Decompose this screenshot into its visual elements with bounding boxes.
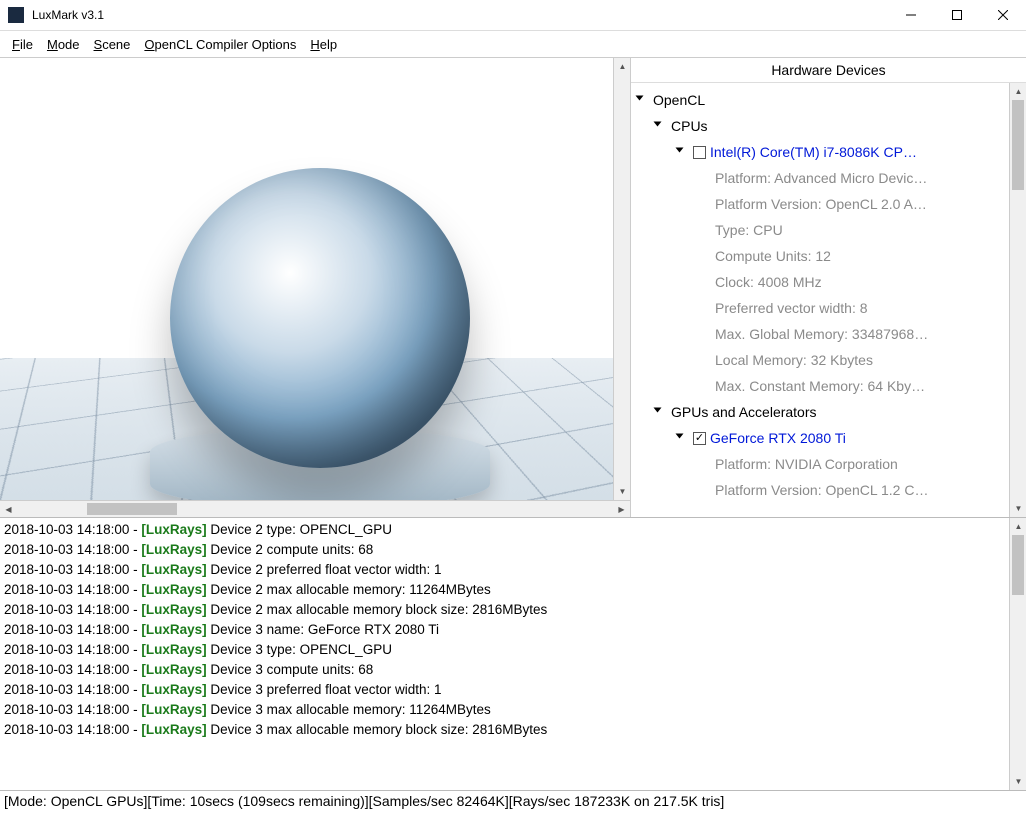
device-detail: Local Memory: 32 Kbytes	[637, 347, 1009, 373]
tree-cpu-device[interactable]: Intel(R) Core(TM) i7-8086K CP…	[637, 139, 1009, 165]
log-line: 2018-10-03 14:18:00 - [LuxRays] Device 2…	[4, 600, 1005, 620]
device-detail: Platform: Advanced Micro Devic…	[637, 165, 1009, 191]
scroll-up-arrow[interactable]: ▲	[1010, 518, 1026, 535]
menu-scene[interactable]: Scene	[88, 35, 137, 54]
window-title: LuxMark v3.1	[32, 8, 888, 22]
device-detail: Platform Version: OpenCL 1.2 C…	[637, 477, 1009, 503]
log-body[interactable]: 2018-10-03 14:18:00 - [LuxRays] Device 2…	[0, 518, 1009, 790]
close-button[interactable]	[980, 0, 1026, 30]
tree-opencl[interactable]: OpenCL	[637, 87, 1009, 113]
menu-opencl[interactable]: OpenCL Compiler Options	[138, 35, 302, 54]
cpu-device-name[interactable]: Intel(R) Core(TM) i7-8086K CP…	[710, 139, 917, 165]
device-detail: Clock: 4008 MHz	[637, 269, 1009, 295]
log-scrollbar[interactable]: ▲ ▼	[1009, 518, 1026, 790]
device-detail: Type: CPU	[637, 217, 1009, 243]
menubar: File Mode Scene OpenCL Compiler Options …	[0, 31, 1026, 57]
log-scroll-thumb[interactable]	[1012, 535, 1024, 595]
chevron-down-icon[interactable]	[655, 406, 667, 418]
device-detail: Platform Version: OpenCL 2.0 A…	[637, 191, 1009, 217]
hardware-scrollbar[interactable]: ▲ ▼	[1009, 83, 1026, 517]
render-viewport[interactable]	[0, 58, 613, 500]
log-line: 2018-10-03 14:18:00 - [LuxRays] Device 3…	[4, 700, 1005, 720]
menu-mode[interactable]: Mode	[41, 35, 86, 54]
scroll-down-arrow[interactable]: ▼	[1010, 500, 1026, 517]
device-detail: Max. Global Memory: 33487968…	[637, 321, 1009, 347]
log-line: 2018-10-03 14:18:00 - [LuxRays] Device 3…	[4, 720, 1005, 740]
gpu-device-name[interactable]: GeForce RTX 2080 Ti	[710, 425, 846, 451]
render-pane: ▲ ▼ ◀ ▶	[0, 58, 631, 517]
log-line: 2018-10-03 14:18:00 - [LuxRays] Device 2…	[4, 520, 1005, 540]
cpu-checkbox[interactable]	[693, 146, 706, 159]
titlebar: LuxMark v3.1	[0, 0, 1026, 31]
main-split: ▲ ▼ ◀ ▶ Hardware Devices OpenCL CPUs Int…	[0, 57, 1026, 517]
tree-cpus[interactable]: CPUs	[637, 113, 1009, 139]
log-line: 2018-10-03 14:18:00 - [LuxRays] Device 3…	[4, 620, 1005, 640]
h-scroll-thumb[interactable]	[87, 503, 177, 515]
chevron-down-icon[interactable]	[655, 120, 667, 132]
window-controls	[888, 0, 1026, 30]
device-detail: Platform: NVIDIA Corporation	[637, 451, 1009, 477]
device-detail: Max. Constant Memory: 64 Kby…	[637, 373, 1009, 399]
log-line: 2018-10-03 14:18:00 - [LuxRays] Device 3…	[4, 660, 1005, 680]
menu-help[interactable]: Help	[304, 35, 343, 54]
minimize-button[interactable]	[888, 0, 934, 30]
render-vertical-scrollbar[interactable]: ▲ ▼	[613, 58, 630, 500]
log-line: 2018-10-03 14:18:00 - [LuxRays] Device 3…	[4, 640, 1005, 660]
chevron-down-icon[interactable]	[637, 94, 649, 106]
scroll-right-arrow[interactable]: ▶	[613, 501, 630, 518]
log-line: 2018-10-03 14:18:00 - [LuxRays] Device 3…	[4, 680, 1005, 700]
scroll-left-arrow[interactable]: ◀	[0, 501, 17, 518]
gpu-checkbox[interactable]	[693, 432, 706, 445]
chevron-down-icon[interactable]	[677, 146, 689, 158]
hardware-pane: Hardware Devices OpenCL CPUs Intel(R) Co…	[631, 58, 1026, 517]
scroll-down-arrow[interactable]: ▼	[614, 483, 631, 500]
maximize-button[interactable]	[934, 0, 980, 30]
statusbar: [Mode: OpenCL GPUs][Time: 10secs (109sec…	[0, 790, 1026, 814]
tree-gpu-device[interactable]: GeForce RTX 2080 Ti	[637, 425, 1009, 451]
log-line: 2018-10-03 14:18:00 - [LuxRays] Device 2…	[4, 540, 1005, 560]
render-horizontal-scrollbar[interactable]: ◀ ▶	[0, 500, 630, 517]
chevron-down-icon[interactable]	[677, 432, 689, 444]
log-line: 2018-10-03 14:18:00 - [LuxRays] Device 2…	[4, 580, 1005, 600]
hw-scroll-thumb[interactable]	[1012, 100, 1024, 190]
app-icon	[8, 7, 24, 23]
scroll-down-arrow[interactable]: ▼	[1010, 773, 1026, 790]
device-tree[interactable]: OpenCL CPUs Intel(R) Core(TM) i7-8086K C…	[631, 83, 1009, 517]
render-placeholder	[0, 58, 613, 500]
log-panel: 2018-10-03 14:18:00 - [LuxRays] Device 2…	[0, 517, 1026, 790]
hardware-header: Hardware Devices	[631, 58, 1026, 83]
scroll-up-arrow[interactable]: ▲	[1010, 83, 1026, 100]
scroll-up-arrow[interactable]: ▲	[614, 58, 631, 75]
device-detail: Preferred vector width: 8	[637, 295, 1009, 321]
device-detail: Compute Units: 12	[637, 243, 1009, 269]
tree-gpus[interactable]: GPUs and Accelerators	[637, 399, 1009, 425]
menu-file[interactable]: File	[6, 35, 39, 54]
log-line: 2018-10-03 14:18:00 - [LuxRays] Device 2…	[4, 560, 1005, 580]
